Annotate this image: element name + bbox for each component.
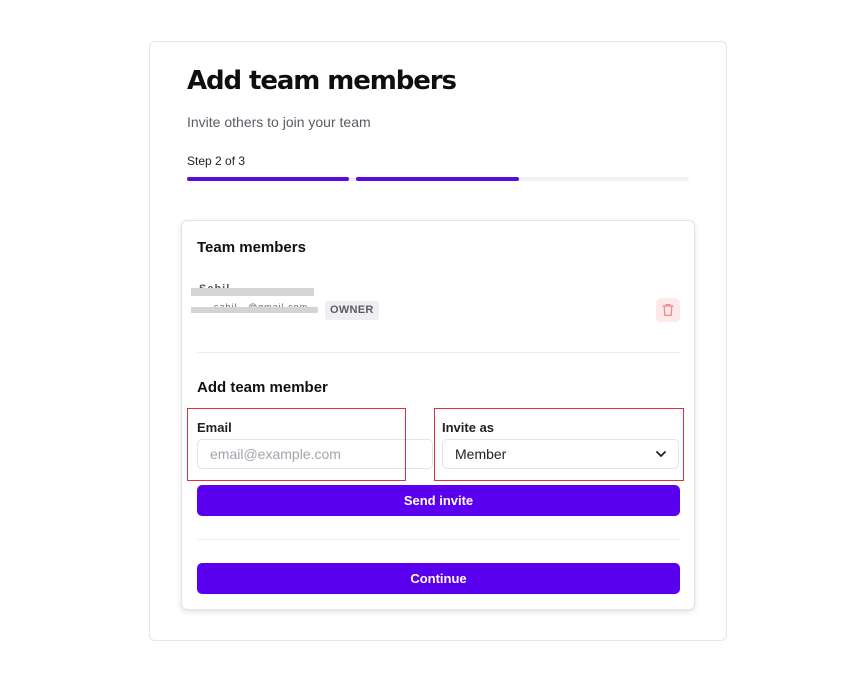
progress-segment-1: [187, 177, 349, 181]
owner-badge: OWNER: [325, 301, 379, 320]
page-subtitle: Invite others to join your team: [187, 114, 371, 130]
remove-member-button[interactable]: [656, 298, 680, 322]
section-divider: [197, 352, 680, 353]
step-indicator: Step 2 of 3: [187, 154, 246, 168]
progress-bar: [187, 177, 689, 181]
send-invite-button[interactable]: Send invite: [197, 485, 680, 516]
member-name-redaction: [191, 288, 314, 296]
add-member-heading: Add team member: [197, 379, 328, 396]
team-members-heading: Team members: [197, 239, 306, 256]
invite-select-highlight: [434, 408, 684, 481]
progress-segment-2: [356, 177, 519, 181]
page-title: Add team members: [187, 66, 457, 96]
footer-divider: [197, 539, 680, 540]
trash-icon: [662, 303, 674, 317]
continue-button[interactable]: Continue: [197, 563, 680, 594]
email-field-highlight: [187, 408, 406, 481]
member-email-redaction: [191, 307, 318, 313]
